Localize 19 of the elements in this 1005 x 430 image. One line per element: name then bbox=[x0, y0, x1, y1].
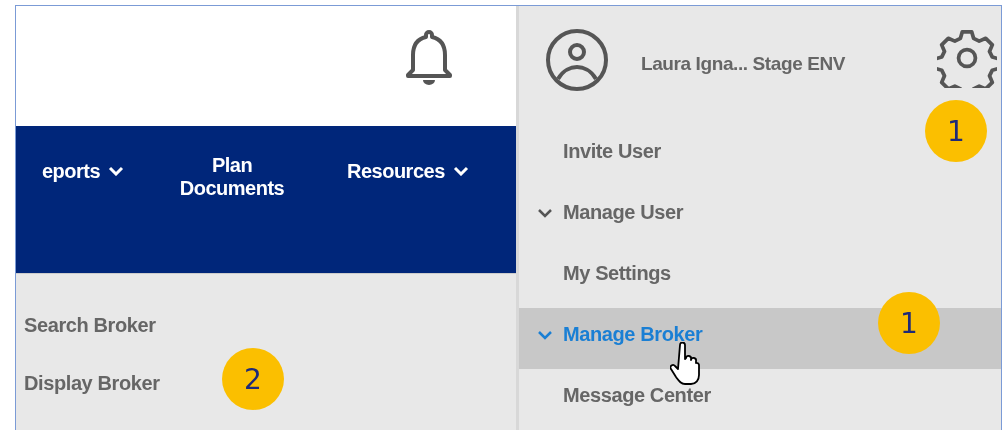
user-avatar-icon[interactable] bbox=[545, 28, 609, 92]
chevron-down-icon bbox=[537, 207, 553, 218]
submenu-item[interactable]: Display Broker bbox=[24, 372, 160, 430]
hand-cursor-icon bbox=[670, 342, 700, 386]
user-menu-item[interactable]: Message Center bbox=[537, 384, 711, 407]
nav-menu-item[interactable]: eports bbox=[16, 153, 124, 183]
nav-menu-item[interactable]: Resources bbox=[347, 153, 469, 183]
settings-icon[interactable] bbox=[937, 28, 997, 88]
user-menu-item[interactable]: Manage User bbox=[537, 201, 684, 224]
chevron-down-icon bbox=[452, 166, 469, 177]
submenu-item[interactable]: Search Broker bbox=[24, 314, 156, 372]
bell-icon[interactable] bbox=[404, 28, 454, 88]
user-name: Laura Igna... Stage ENV bbox=[641, 53, 846, 75]
chevron-down-icon bbox=[537, 329, 553, 340]
nav-menu-item[interactable]: Plan Documents bbox=[162, 153, 302, 200]
user-menu-item[interactable]: Manage Broker bbox=[537, 323, 703, 346]
chevron-down-icon bbox=[108, 166, 124, 177]
user-menu-item[interactable]: Invite User bbox=[537, 140, 661, 163]
user-menu-item[interactable]: My Settings bbox=[537, 262, 671, 285]
